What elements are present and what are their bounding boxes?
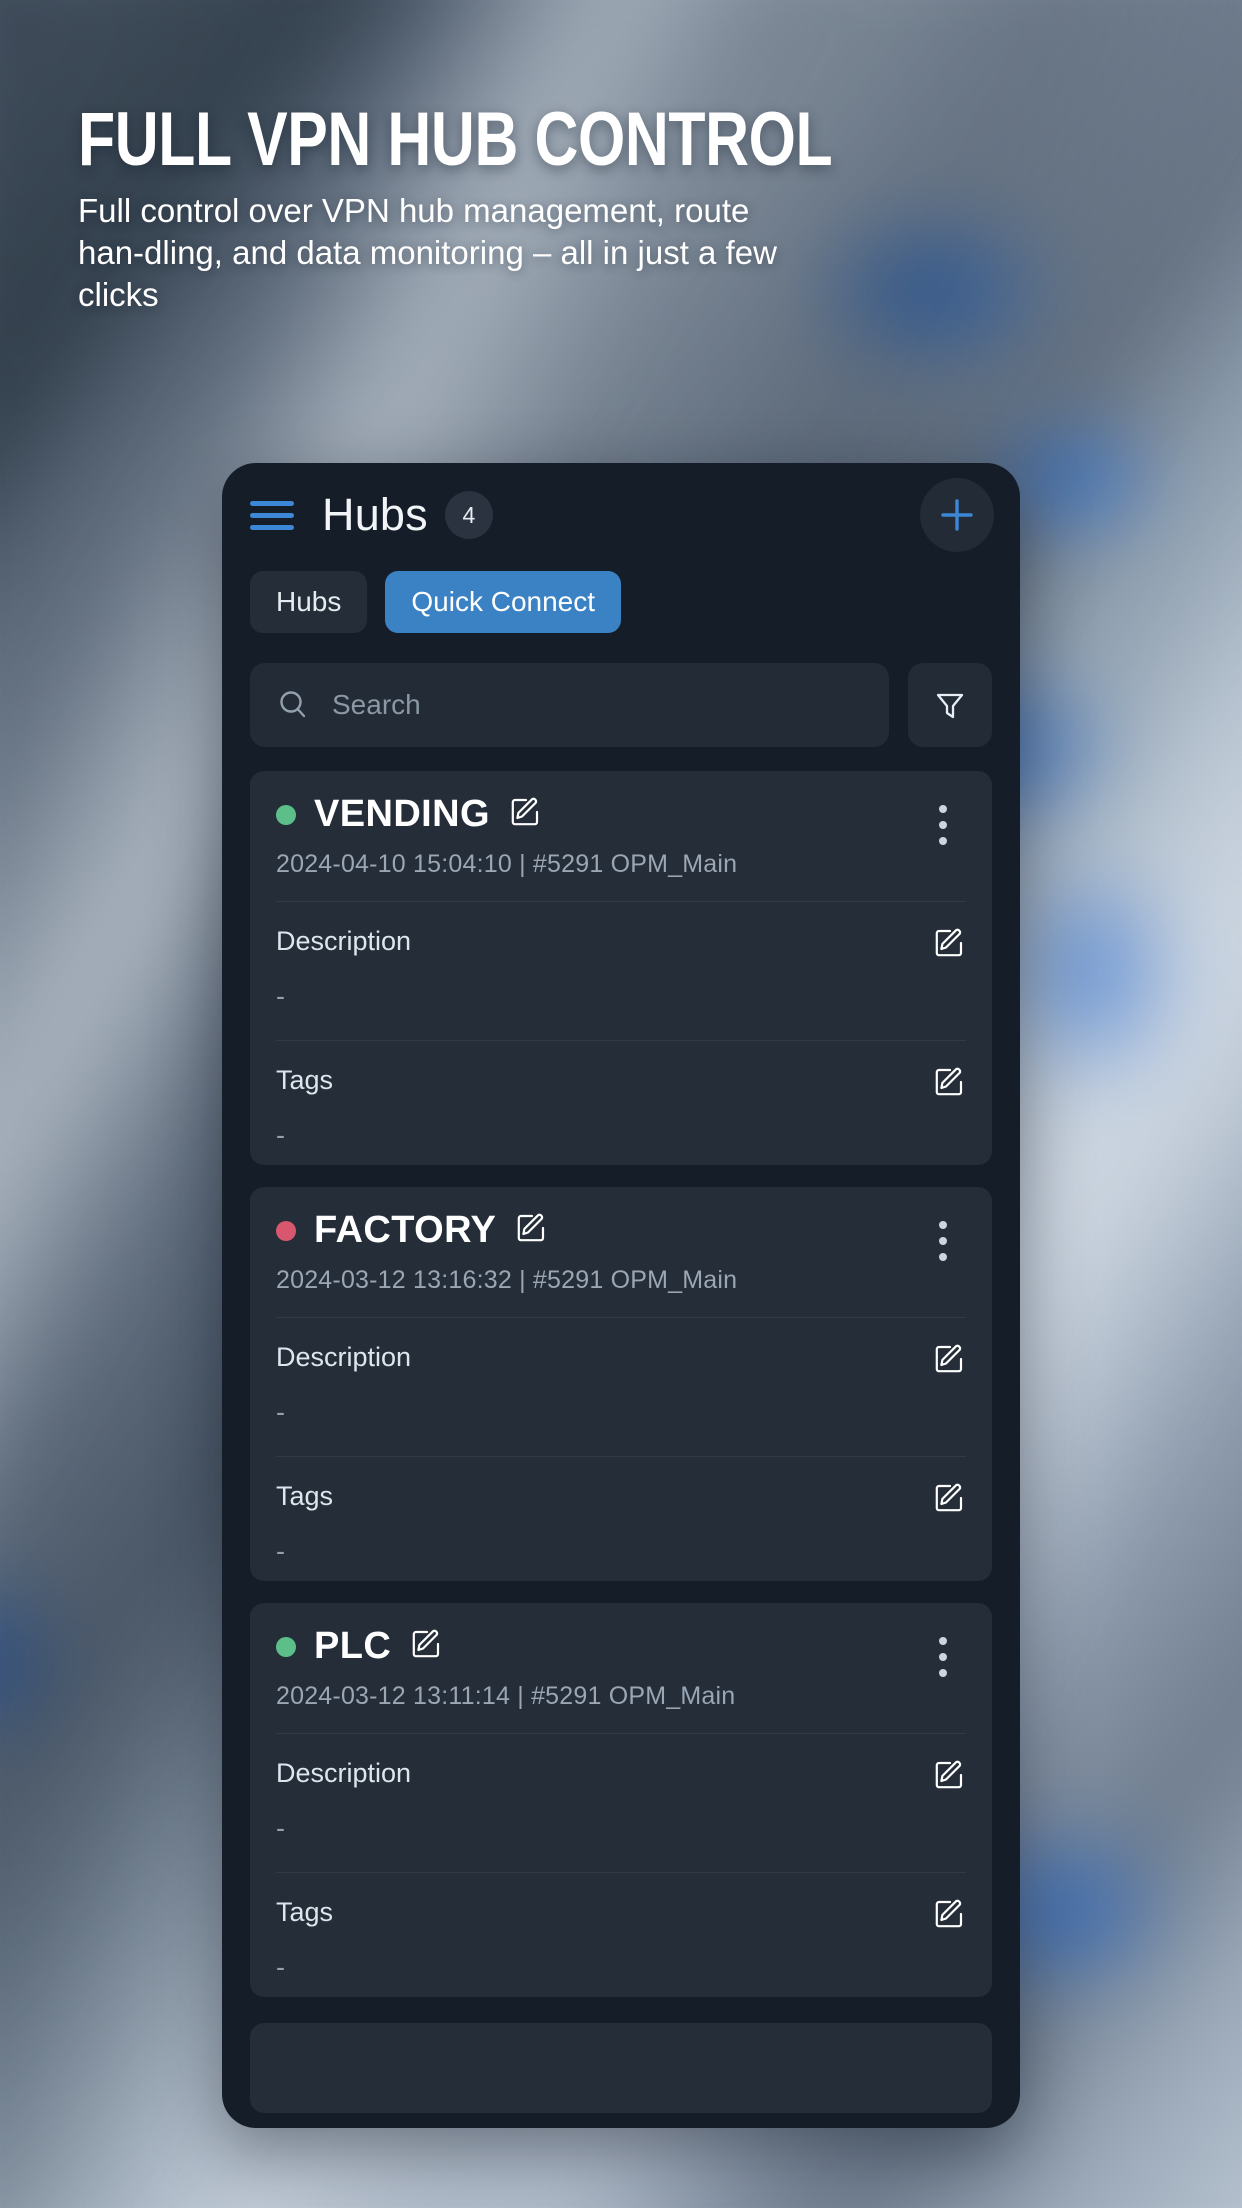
edit-icon — [517, 1213, 545, 1242]
hub-card[interactable]: PLC 2024-03-12 13:11:14 | #5291 OPM_Main — [250, 1603, 992, 1997]
hub-name-row: FACTORY — [276, 1209, 920, 1252]
hub-card-header: PLC 2024-03-12 13:11:14 | #5291 OPM_Main — [276, 1625, 966, 1711]
tags-value: - — [276, 1120, 285, 1150]
tags-field-row: Tags — [276, 1481, 966, 1520]
filter-button[interactable] — [908, 663, 992, 747]
hub-meta: 2024-03-12 13:16:32 | #5291 OPM_Main — [276, 1266, 738, 1294]
edit-icon — [935, 1760, 963, 1789]
edit-hub-name-button[interactable] — [514, 1211, 548, 1250]
edit-icon — [935, 928, 963, 957]
search-row: Search — [222, 633, 1020, 747]
description-field-row: Description — [276, 926, 966, 965]
edit-icon — [935, 1899, 963, 1928]
description-value: - — [276, 1397, 285, 1427]
list-gap — [250, 1997, 992, 2023]
tags-field: Tags - — [276, 1456, 966, 1573]
page-title: FULL VPN HUB CONTROL — [78, 97, 833, 182]
hub-name-row: VENDING — [276, 793, 920, 836]
edit-icon — [412, 1629, 440, 1658]
description-label: Description — [276, 926, 412, 956]
description-field: Description - — [276, 1733, 966, 1850]
phone-mockup: Hubs 4 Hubs Quick Connect Search VENDING… — [222, 463, 1020, 2128]
filter-icon — [936, 693, 964, 719]
hub-card-header-left: VENDING 2024-04-10 15:04:10 | #5291 OPM_… — [276, 793, 920, 879]
tags-label: Tags — [276, 1897, 334, 1927]
hub-card-header: VENDING 2024-04-10 15:04:10 | #5291 OPM_… — [276, 793, 966, 879]
status-indicator-dot — [276, 1636, 296, 1657]
edit-description-button[interactable] — [932, 1758, 966, 1797]
hub-name: PLC — [314, 1625, 392, 1667]
edit-tags-button[interactable] — [932, 1065, 966, 1104]
description-label: Description — [276, 1342, 412, 1372]
description-label: Description — [276, 1758, 412, 1788]
app-header: Hubs 4 — [222, 463, 1020, 567]
edit-icon — [935, 1067, 963, 1096]
description-field-row: Description — [276, 1342, 966, 1381]
edit-tags-button[interactable] — [932, 1897, 966, 1936]
tags-field-row: Tags — [276, 1065, 966, 1104]
hub-name-row: PLC — [276, 1625, 920, 1668]
hub-meta: 2024-03-12 13:11:14 | #5291 OPM_Main — [276, 1682, 736, 1710]
search-icon — [280, 691, 306, 718]
hub-card-header-left: FACTORY 2024-03-12 13:16:32 | #5291 OPM_… — [276, 1209, 920, 1295]
description-value: - — [276, 981, 285, 1011]
tags-label: Tags — [276, 1481, 334, 1511]
description-value: - — [276, 1813, 285, 1843]
hub-card-partial[interactable] — [250, 2023, 992, 2113]
edit-icon — [511, 797, 539, 826]
hub-options-button[interactable] — [920, 1629, 966, 1685]
status-indicator-dot — [276, 804, 296, 825]
description-field-row: Description — [276, 1758, 966, 1797]
search-input[interactable]: Search — [250, 663, 889, 747]
hub-card-header-left: PLC 2024-03-12 13:11:14 | #5291 OPM_Main — [276, 1625, 920, 1711]
edit-hub-name-button[interactable] — [508, 795, 542, 834]
description-field: Description - — [276, 901, 966, 1018]
edit-description-button[interactable] — [932, 926, 966, 965]
hub-options-button[interactable] — [920, 797, 966, 853]
edit-icon — [935, 1483, 963, 1512]
hub-meta: 2024-04-10 15:04:10 | #5291 OPM_Main — [276, 850, 738, 878]
hub-card[interactable]: FACTORY 2024-03-12 13:16:32 | #5291 OPM_… — [250, 1187, 992, 1581]
hub-count-badge: 4 — [444, 491, 493, 539]
tab-bar: Hubs Quick Connect — [222, 567, 1020, 633]
app-title: Hubs — [322, 489, 428, 540]
page-subtitle: Full control over VPN hub management, ro… — [78, 192, 777, 314]
tags-field: Tags - — [276, 1040, 966, 1157]
tab-hubs[interactable]: Hubs — [250, 571, 368, 633]
edit-description-button[interactable] — [932, 1342, 966, 1381]
search-placeholder: Search — [332, 689, 421, 720]
status-indicator-dot — [276, 1220, 296, 1241]
tab-quick-connect[interactable]: Quick Connect — [385, 571, 622, 633]
edit-hub-name-button[interactable] — [409, 1627, 443, 1666]
hub-name: VENDING — [314, 793, 490, 835]
plus-icon — [941, 499, 973, 531]
description-field: Description - — [276, 1317, 966, 1434]
hamburger-icon[interactable] — [250, 500, 294, 530]
hub-card-header: FACTORY 2024-03-12 13:16:32 | #5291 OPM_… — [276, 1209, 966, 1295]
tags-label: Tags — [276, 1065, 334, 1095]
edit-tags-button[interactable] — [932, 1481, 966, 1520]
tags-value: - — [276, 1536, 285, 1566]
hub-name: FACTORY — [314, 1209, 497, 1251]
hub-card[interactable]: VENDING 2024-04-10 15:04:10 | #5291 OPM_… — [250, 771, 992, 1165]
tags-value: - — [276, 1952, 285, 1982]
tags-field-row: Tags — [276, 1897, 966, 1936]
edit-icon — [935, 1344, 963, 1373]
hub-options-button[interactable] — [920, 1213, 966, 1269]
hub-list: VENDING 2024-04-10 15:04:10 | #5291 OPM_… — [222, 747, 1020, 2113]
add-hub-button[interactable] — [920, 478, 994, 552]
tags-field: Tags - — [276, 1872, 966, 1989]
